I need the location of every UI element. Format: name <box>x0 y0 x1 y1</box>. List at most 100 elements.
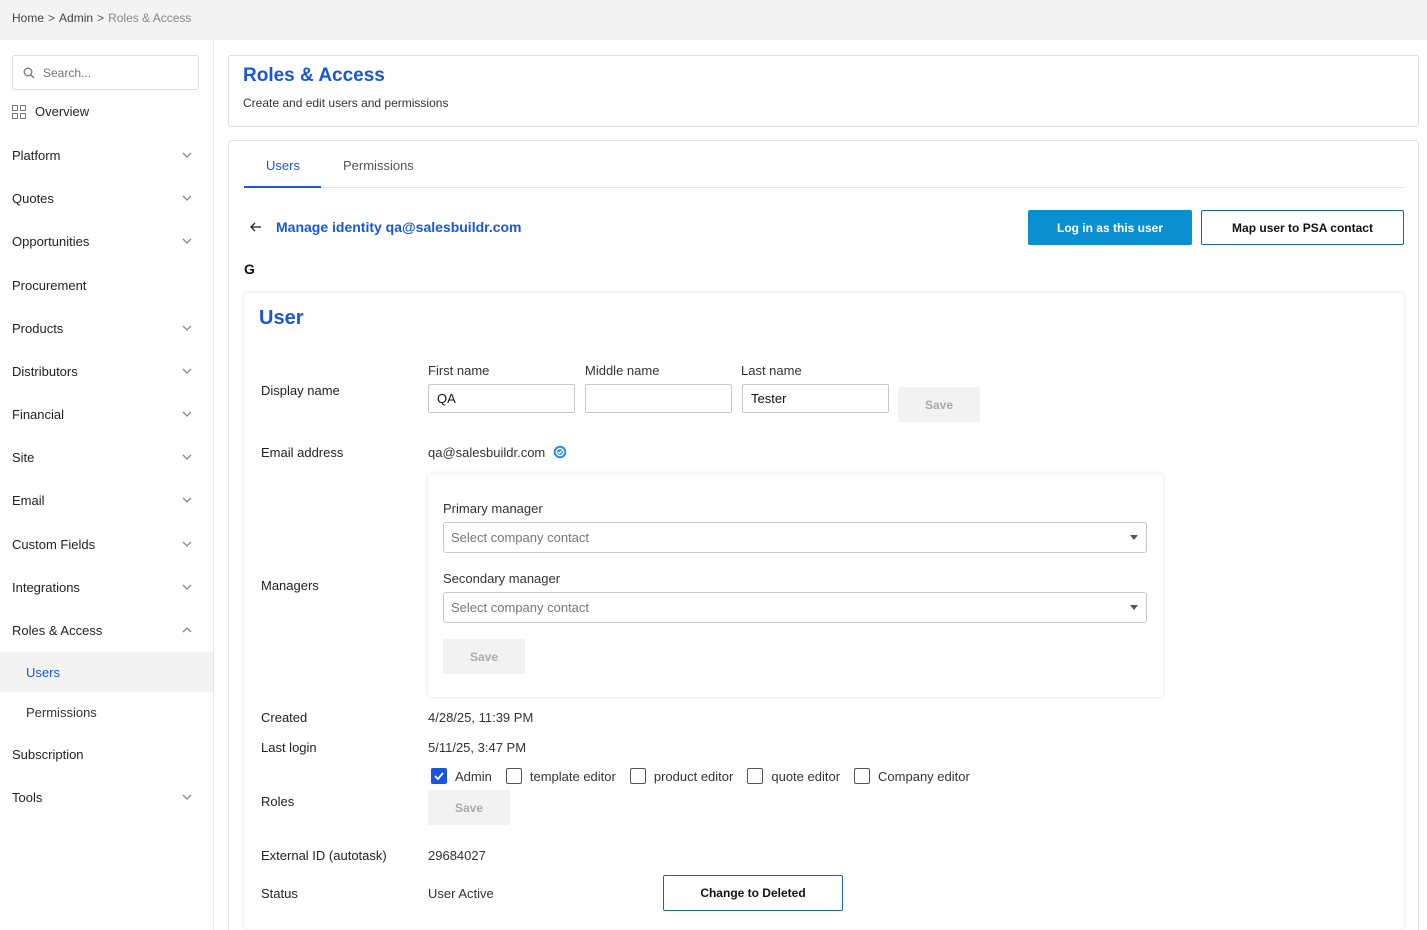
tab-users[interactable]: Users <box>266 158 300 173</box>
sidebar-item-financial[interactable]: Financial <box>0 394 213 434</box>
primary-manager-select[interactable]: Select company contact <box>443 522 1147 553</box>
chevron-down-icon <box>182 195 192 201</box>
secondary-manager-select[interactable]: Select company contact <box>443 592 1147 623</box>
chevron-down-icon <box>182 541 192 547</box>
sidebar-item-label: Custom Fields <box>12 536 96 552</box>
select-placeholder: Select company contact <box>451 530 590 545</box>
role-label: template editor <box>529 768 616 784</box>
log-in-as-user-button[interactable]: Log in as this user <box>1028 210 1192 245</box>
sidebar-item-overview[interactable]: Overview <box>12 104 89 119</box>
sidebar-item-subscription[interactable]: Subscription <box>0 734 213 774</box>
google-icon: G <box>244 261 255 277</box>
sidebar-item-quotes[interactable]: Quotes <box>0 178 213 218</box>
tab-permissions[interactable]: Permissions <box>343 158 414 173</box>
sidebar-item-label: Distributors <box>12 363 78 379</box>
map-user-psa-button[interactable]: Map user to PSA contact <box>1201 210 1404 245</box>
role-label: quote editor <box>771 768 841 784</box>
select-placeholder: Select company contact <box>451 600 590 615</box>
change-to-deleted-button[interactable]: Change to Deleted <box>663 875 843 911</box>
role-template-editor[interactable]: template editor <box>505 768 616 784</box>
role-label: Company editor <box>878 768 970 784</box>
sidebar-item-products[interactable]: Products <box>0 308 213 348</box>
check-icon <box>434 772 444 781</box>
secondary-manager-label: Secondary manager <box>443 571 561 586</box>
last-name-input[interactable] <box>742 384 889 413</box>
sidebar: Overview Platform Quotes Opportunities P… <box>0 40 214 930</box>
sidebar-item-label: Platform <box>12 147 61 163</box>
sidebar-item-platform[interactable]: Platform <box>0 135 213 175</box>
roles-checkboxes: Admin template editor product editor quo… <box>431 768 984 784</box>
chevron-down-icon <box>182 368 192 374</box>
sidebar-item-users[interactable]: Users <box>0 652 213 692</box>
last-login-value: 5/11/25, 3:47 PM <box>428 740 527 755</box>
save-managers-button[interactable]: Save <box>443 639 525 674</box>
chevron-down-icon <box>182 238 192 244</box>
first-name-input[interactable] <box>428 384 575 413</box>
sidebar-item-label: Procurement <box>12 277 87 293</box>
search-icon <box>23 67 35 78</box>
sidebar-item-tools[interactable]: Tools <box>0 777 213 817</box>
chevron-down-icon <box>182 454 192 460</box>
chevron-down-icon <box>182 497 192 503</box>
role-admin[interactable]: Admin <box>431 768 492 784</box>
grid-icon <box>12 104 26 119</box>
user-section-title: User <box>259 307 304 329</box>
checkbox[interactable] <box>629 768 646 784</box>
sidebar-search[interactable] <box>12 55 199 90</box>
sidebar-item-email[interactable]: Email <box>0 480 213 520</box>
identity-header: Manage identity qa@salesbuildr.com <box>249 219 522 235</box>
sidebar-item-label: Opportunities <box>12 233 90 249</box>
last-login-label: Last login <box>261 740 317 755</box>
manage-identity-title: Manage identity qa@salesbuildr.com <box>276 219 522 235</box>
main-panel: Users Permissions Manage identity qa@sal… <box>228 140 1419 930</box>
sidebar-item-custom-fields[interactable]: Custom Fields <box>0 524 213 564</box>
external-id-value: 29684027 <box>428 848 486 863</box>
email-label: Email address <box>261 445 344 460</box>
middle-name-label: Middle name <box>585 363 660 378</box>
role-label: Admin <box>455 768 492 784</box>
created-label: Created <box>261 710 308 725</box>
sidebar-item-site[interactable]: Site <box>0 437 213 477</box>
sidebar-item-label: Permissions <box>26 704 97 720</box>
sidebar-item-label: Roles & Access <box>12 622 103 638</box>
role-product-editor[interactable]: product editor <box>629 768 734 784</box>
primary-manager-label: Primary manager <box>443 501 543 516</box>
checkbox[interactable] <box>854 768 871 784</box>
sidebar-item-opportunities[interactable]: Opportunities <box>0 221 213 261</box>
sidebar-item-label: Site <box>12 449 35 465</box>
middle-name-input[interactable] <box>585 384 732 413</box>
save-name-button[interactable]: Save <box>898 387 980 422</box>
breadcrumb-admin[interactable]: Admin <box>59 11 93 25</box>
sidebar-item-permissions[interactable]: Permissions <box>0 692 213 732</box>
breadcrumb-current: Roles & Access <box>108 11 192 25</box>
sidebar-item-procurement[interactable]: Procurement <box>0 265 213 305</box>
checkbox-checked[interactable] <box>431 768 447 784</box>
save-roles-button[interactable]: Save <box>428 790 510 825</box>
sidebar-item-roles-access[interactable]: Roles & Access <box>0 610 213 650</box>
tab-bar: Users Permissions <box>244 141 1404 188</box>
chevron-up-icon <box>182 627 192 633</box>
sidebar-item-label: Users <box>26 664 60 680</box>
breadcrumb-home[interactable]: Home <box>12 11 44 25</box>
role-company-editor[interactable]: Company editor <box>854 768 970 784</box>
page-header: Roles & Access Create and edit users and… <box>228 55 1419 127</box>
arrow-left-icon[interactable] <box>249 220 263 234</box>
status-label: Status <box>261 886 298 901</box>
search-input[interactable] <box>43 65 183 80</box>
role-quote-editor[interactable]: quote editor <box>747 768 840 784</box>
sidebar-item-label: Email <box>12 492 45 508</box>
chevron-down-icon <box>182 325 192 331</box>
sidebar-item-distributors[interactable]: Distributors <box>0 351 213 391</box>
display-name-label: Display name <box>261 383 340 398</box>
role-label: product editor <box>653 768 734 784</box>
sidebar-item-label: Overview <box>35 104 90 119</box>
checkbox[interactable] <box>747 768 764 784</box>
checkbox[interactable] <box>505 768 522 784</box>
verified-badge-icon <box>553 445 567 459</box>
sidebar-item-label: Tools <box>12 789 43 805</box>
breadcrumb-separator: > <box>48 11 56 25</box>
page-subtitle: Create and edit users and permissions <box>243 96 449 110</box>
last-name-label: Last name <box>741 363 802 378</box>
sidebar-item-integrations[interactable]: Integrations <box>0 567 213 607</box>
managers-label: Managers <box>261 578 319 593</box>
